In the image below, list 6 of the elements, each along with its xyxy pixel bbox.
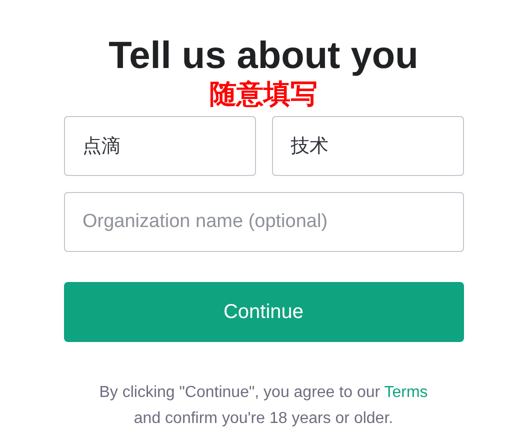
page-title: Tell us about you [108, 34, 418, 79]
text-field[interactable]: Organization name (optional) [64, 192, 464, 252]
text-field[interactable]: 技术 [272, 116, 464, 176]
legal-notice: By clicking "Continue", you agree to our Terms and confirm you're 18 years or older. [99, 383, 428, 429]
text-field[interactable]: 点滴 [64, 116, 256, 176]
annotation: 随意填写 [210, 78, 318, 110]
